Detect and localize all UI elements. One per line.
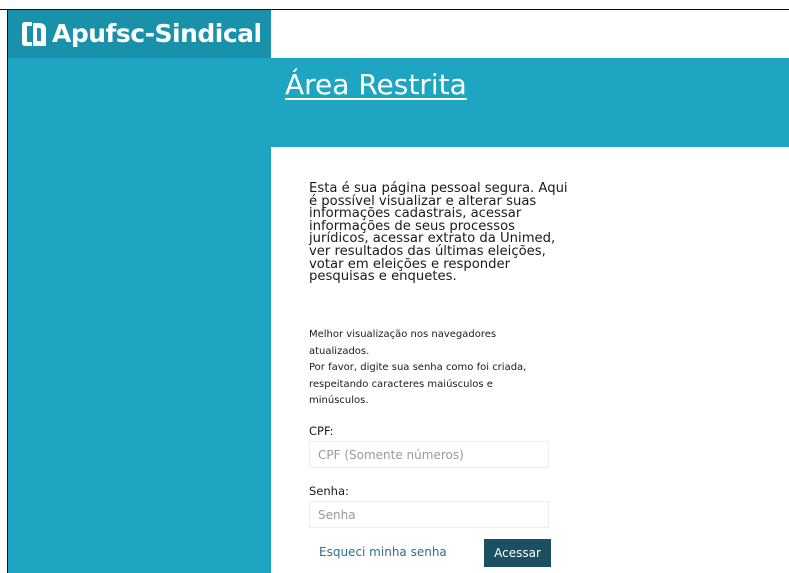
- access-button[interactable]: Acessar: [484, 539, 551, 567]
- brand-logo[interactable]: Apufsc-Sindical: [20, 17, 262, 51]
- brand-logo-text: Apufsc-Sindical: [52, 19, 262, 48]
- cpf-input[interactable]: [309, 441, 549, 468]
- cpf-label: CPF:: [309, 424, 334, 438]
- login-content: Esta é sua página pessoal segura. Aqui é…: [271, 147, 789, 573]
- senha-label: Senha:: [309, 484, 349, 498]
- header-top-strip: [271, 10, 789, 58]
- forgot-password-link[interactable]: Esqueci minha senha: [319, 545, 447, 559]
- password-note: Por favor, digite sua senha como foi cri…: [309, 362, 527, 406]
- page-header: Área Restrita: [271, 58, 789, 147]
- brand-logo-icon: [20, 21, 48, 47]
- intro-text: Esta é sua página pessoal segura. Aqui é…: [309, 181, 568, 285]
- browser-note: Melhor visualização nos navegadores atua…: [309, 329, 497, 357]
- page-title-link[interactable]: Área Restrita: [285, 65, 467, 105]
- instructions-note: Melhor visualização nos navegadores atua…: [309, 327, 549, 410]
- sidebar: [8, 10, 271, 573]
- senha-input[interactable]: [309, 501, 549, 528]
